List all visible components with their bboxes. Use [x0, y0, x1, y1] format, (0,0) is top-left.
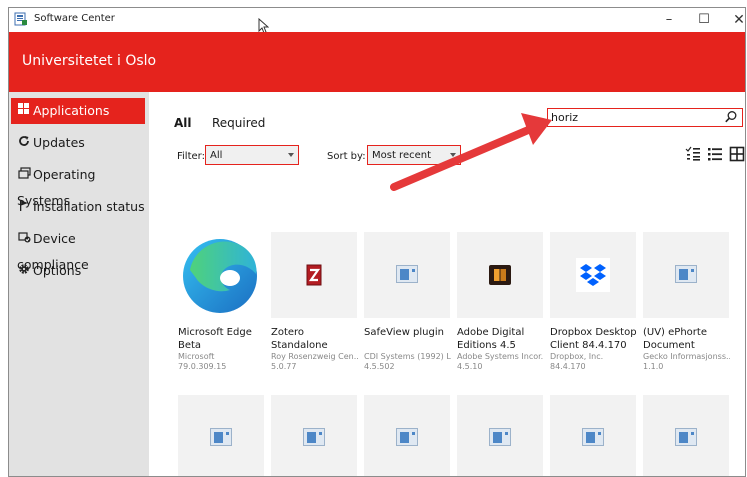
search-input[interactable]: horiz — [547, 108, 743, 127]
app-tile[interactable] — [364, 395, 451, 476]
minimize-button[interactable]: – — [654, 10, 684, 30]
app-publisher: Adobe Systems Incor... — [457, 352, 544, 361]
dropbox-logo — [550, 232, 636, 318]
chevron-down-icon — [450, 153, 456, 157]
generic-app-icon — [364, 232, 450, 318]
sort-value: Most recent — [372, 150, 432, 161]
org-name: Universitetet i Oslo — [22, 53, 157, 69]
sidebar-item-label: Options — [33, 263, 82, 278]
generic-app-icon — [643, 395, 729, 476]
app-name: Microsoft Edge Beta — [178, 327, 252, 351]
main-content: All Required horiz Filter: All Sort by: … — [149, 92, 745, 476]
window-title: Software Center — [34, 13, 115, 24]
sidebar-item-label: Applications — [33, 103, 110, 118]
maximize-button[interactable]: ☐ — [689, 10, 719, 30]
app-name: Zotero Standalone — [271, 327, 328, 351]
app-tile[interactable]: Microsoft Edge Beta Microsoft 79.0.309.1… — [178, 232, 265, 372]
app-tile[interactable] — [550, 395, 637, 476]
filter-label: Filter: — [177, 151, 205, 162]
title-bar: Software Center – ☐ ✕ — [9, 8, 745, 34]
app-name: (UV) ePhorte Document Uploa... — [643, 327, 707, 351]
app-publisher: Roy Rosenzweig Cen... — [271, 352, 358, 361]
sidebar-item-options[interactable]: Options — [11, 258, 145, 284]
app-tile[interactable] — [178, 395, 265, 476]
sort-dropdown[interactable]: Most recent — [367, 145, 461, 165]
app-version: 1.1.0 — [643, 362, 664, 371]
close-button[interactable]: ✕ — [724, 10, 745, 30]
chevron-down-icon — [288, 153, 294, 157]
app-tile[interactable]: Adobe Digital Editions 4.5 Adobe Systems… — [457, 232, 544, 372]
app-tile[interactable] — [643, 395, 730, 476]
generic-app-icon — [364, 395, 450, 476]
app-publisher: Microsoft — [178, 352, 215, 361]
app-publisher: Gecko Informasjonss... — [643, 352, 730, 361]
refresh-icon — [17, 130, 31, 156]
edge-logo — [178, 232, 264, 318]
org-header: Universitetet i Oslo — [9, 32, 745, 92]
app-publisher: Dropbox, Inc. — [550, 352, 604, 361]
app-publisher: CDI Systems (1992) L... — [364, 352, 451, 361]
sidebar-item-device-compliance[interactable]: Device compliance — [11, 226, 145, 272]
list-icon[interactable] — [707, 146, 723, 162]
sort-label: Sort by: — [327, 151, 366, 162]
search-icon[interactable] — [724, 110, 738, 124]
sidebar-item-applications[interactable]: Applications — [11, 98, 145, 124]
app-version: 4.5.10 — [457, 362, 483, 371]
tab-required[interactable]: Required — [212, 116, 265, 130]
app-name: Adobe Digital Editions 4.5 — [457, 327, 525, 351]
app-name: Dropbox Desktop Client 84.4.170 — [550, 327, 637, 351]
applications-icon — [17, 98, 31, 124]
sidebar-item-label: Updates — [33, 135, 85, 150]
sidebar: Applications Updates Operating Systems I… — [9, 92, 149, 476]
app-tile[interactable]: (UV) ePhorte Document Uploa... Gecko Inf… — [643, 232, 730, 372]
app-version: 79.0.309.15 — [178, 362, 227, 371]
operating-systems-icon — [17, 162, 31, 188]
app-name: SafeView plugin — [364, 327, 444, 338]
app-tile[interactable]: SafeView plugin CDI Systems (1992) L... … — [364, 232, 451, 372]
gear-icon — [17, 258, 31, 284]
search-input-value: horiz — [551, 111, 579, 124]
filter-value: All — [210, 150, 223, 161]
filter-dropdown[interactable]: All — [205, 145, 299, 165]
app-version: 4.5.502 — [364, 362, 395, 371]
app-version: 5.0.77 — [271, 362, 297, 371]
generic-app-icon — [271, 395, 357, 476]
generic-app-icon — [457, 395, 543, 476]
generic-app-icon — [643, 232, 729, 318]
sidebar-item-operating-systems[interactable]: Operating Systems — [11, 162, 145, 208]
app-version: 84.4.170 — [550, 362, 586, 371]
software-center-window: Software Center – ☐ ✕ Universitetet i Os… — [8, 7, 746, 477]
sidebar-item-installation-status[interactable]: Installation status — [11, 194, 145, 220]
adobe-digital-editions-logo — [457, 232, 543, 318]
generic-app-icon — [178, 395, 264, 476]
device-compliance-icon — [17, 226, 31, 252]
tab-all[interactable]: All — [174, 116, 192, 130]
sidebar-item-updates[interactable]: Updates — [11, 130, 145, 156]
grid-icon[interactable] — [729, 146, 745, 162]
app-tile[interactable] — [457, 395, 544, 476]
zotero-logo — [271, 232, 357, 318]
list-compact-icon[interactable] — [685, 146, 701, 162]
sidebar-item-label: Installation status — [33, 199, 145, 214]
app-tile[interactable]: Zotero Standalone Roy Rosenzweig Cen... … — [271, 232, 358, 372]
app-tile[interactable] — [271, 395, 358, 476]
generic-app-icon — [550, 395, 636, 476]
flag-icon — [17, 194, 31, 220]
app-tile[interactable]: Dropbox Desktop Client 84.4.170 Dropbox,… — [550, 232, 637, 372]
software-center-app-icon — [14, 12, 27, 26]
view-mode-switcher — [685, 146, 745, 164]
